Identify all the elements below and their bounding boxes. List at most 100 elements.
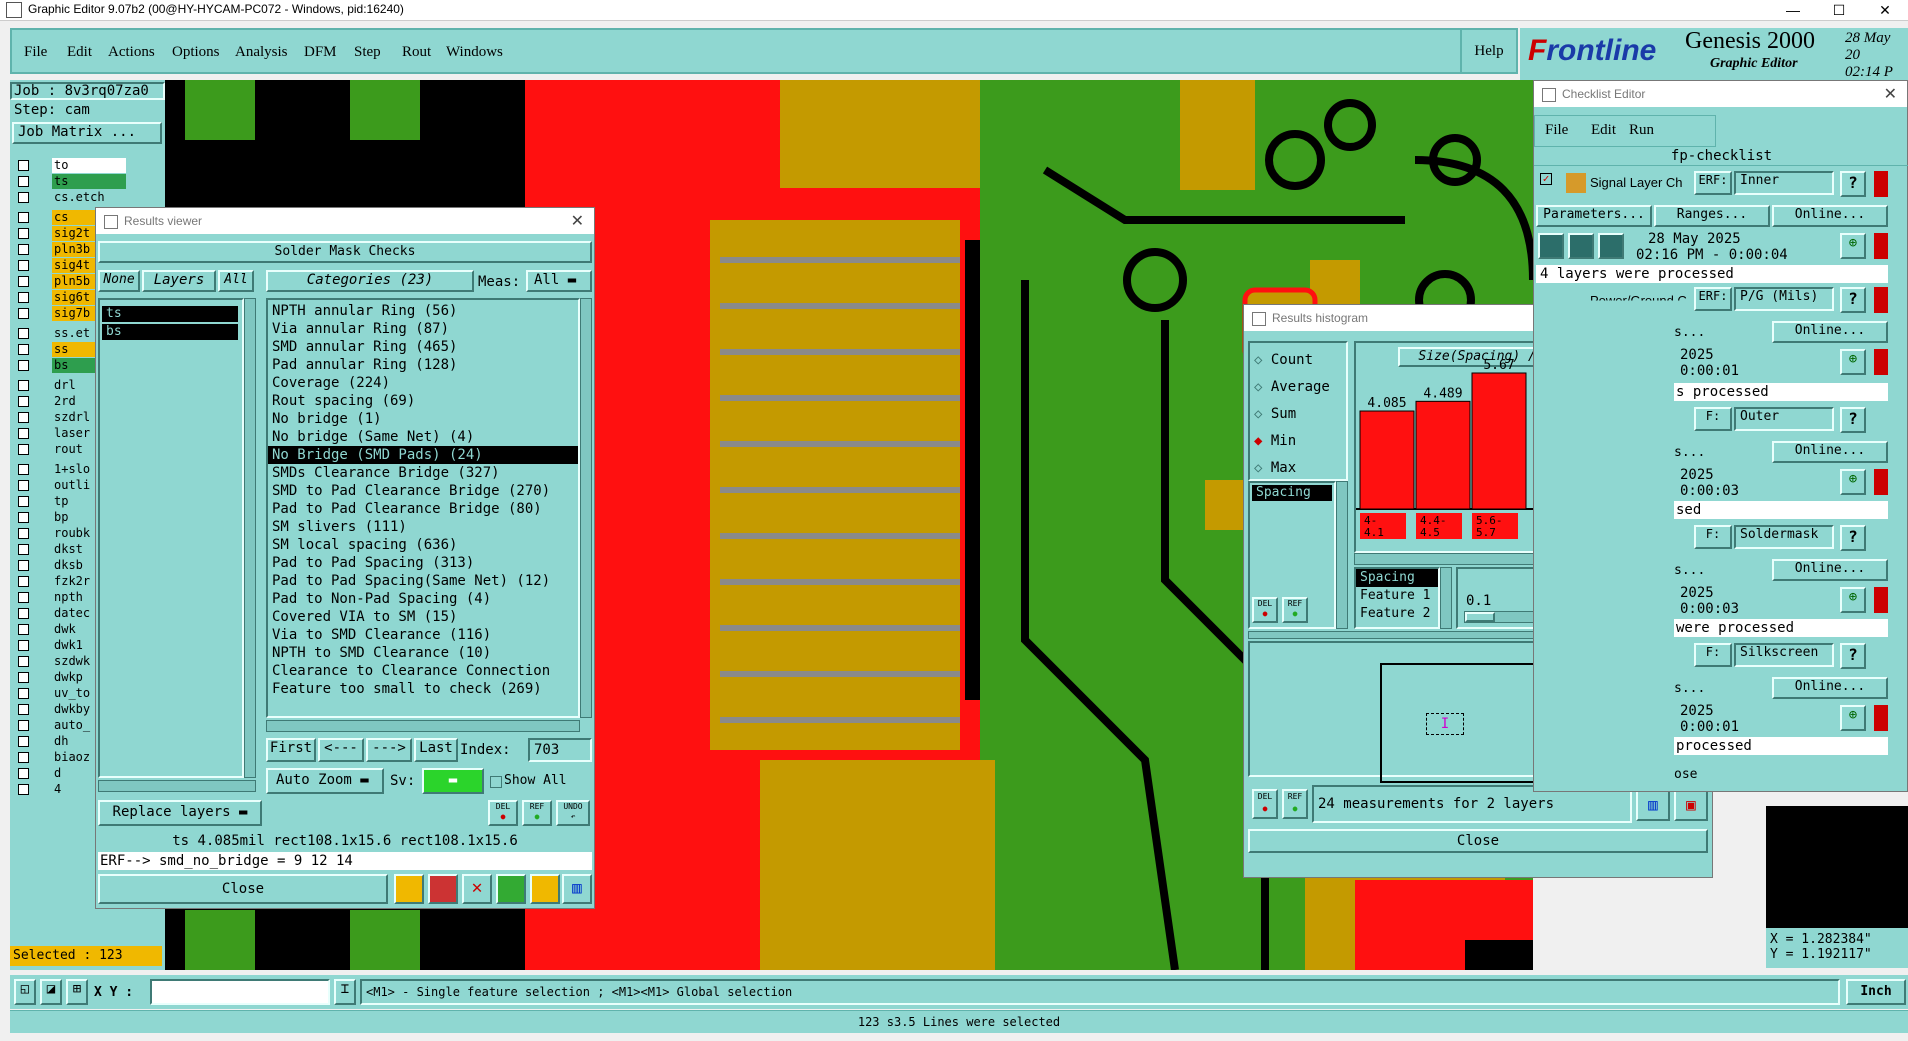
del-button[interactable]: DEL ●	[488, 800, 518, 826]
row2-erf-value[interactable]: P/G (Mils)	[1734, 287, 1834, 311]
next-button[interactable]: --->	[366, 738, 412, 762]
row2-online-button[interactable]: Online...	[1772, 321, 1888, 343]
category-row[interactable]: Rout spacing (69)	[268, 392, 578, 410]
menu-file[interactable]: File	[24, 44, 47, 61]
close-icon[interactable]: ✕	[1884, 84, 1897, 104]
layer-checkbox[interactable]	[18, 576, 29, 587]
select-tool-icon[interactable]: ◱	[14, 979, 36, 1005]
layer-checkbox[interactable]	[18, 720, 29, 731]
meas-dropdown[interactable]: All ▬	[526, 270, 592, 292]
cross-icon[interactable]: ✕	[462, 874, 492, 904]
layer-checkbox[interactable]	[18, 496, 29, 507]
field-scrollbar[interactable]	[1440, 567, 1452, 629]
layer-checkbox[interactable]	[18, 160, 29, 171]
category-row[interactable]: Covered VIA to SM (15)	[268, 608, 578, 626]
layer-checkbox[interactable]	[18, 380, 29, 391]
layer-checkbox[interactable]	[18, 704, 29, 715]
row4-help-icon[interactable]: ?	[1840, 525, 1866, 551]
layers-button[interactable]: Layers	[142, 270, 216, 292]
row1-check[interactable]: ✓	[1540, 173, 1552, 185]
layer-checkbox[interactable]	[18, 428, 29, 439]
xy-input[interactable]	[150, 979, 330, 1005]
category-row[interactable]: Pad to Non-Pad Spacing (4)	[268, 590, 578, 608]
row4-erf-value[interactable]: Soldermask	[1734, 525, 1834, 549]
layer-row[interactable]: bs	[102, 324, 238, 340]
menu-edit[interactable]: Edit	[67, 44, 92, 61]
field-row[interactable]: Feature 2	[1356, 605, 1438, 623]
layer-checkbox[interactable]	[18, 308, 29, 319]
layer-checkbox[interactable]	[18, 344, 29, 355]
prev-button[interactable]: <---	[318, 738, 364, 762]
measure-scrollbar[interactable]	[1336, 481, 1348, 629]
row5-help-icon[interactable]: ?	[1840, 643, 1866, 669]
layer-checkbox[interactable]	[18, 544, 29, 555]
layer-checkbox[interactable]	[18, 412, 29, 423]
layers-scrollbar[interactable]	[244, 298, 256, 778]
layer-checkbox[interactable]	[18, 784, 29, 795]
none-button[interactable]: None	[98, 270, 140, 292]
category-row[interactable]: No bridge (Same Net) (4)	[268, 428, 578, 446]
category-row[interactable]: SMD annular Ring (465)	[268, 338, 578, 356]
categories-scrollbar[interactable]	[580, 298, 592, 718]
layer-checkbox[interactable]	[18, 444, 29, 455]
bottom-del-button[interactable]: DEL ●	[1252, 789, 1278, 819]
help-button[interactable]: Help	[1460, 30, 1516, 72]
field-listbox[interactable]: Spacing Feature 1 Feature 2	[1354, 567, 1440, 629]
undo-button[interactable]: UNDO ↶	[556, 800, 590, 826]
category-row[interactable]: SM slivers (111)	[268, 518, 578, 536]
export-icon[interactable]	[496, 874, 526, 904]
layer-checkbox[interactable]	[18, 328, 29, 339]
layer-checkbox[interactable]	[18, 624, 29, 635]
close-button[interactable]: Close	[98, 874, 388, 904]
layer-checkbox[interactable]	[18, 528, 29, 539]
field-row[interactable]: Spacing	[1356, 569, 1438, 587]
last-button[interactable]: Last	[414, 738, 458, 762]
layers-hscrollbar[interactable]	[98, 780, 256, 792]
index-input[interactable]: 703	[528, 738, 592, 762]
layer-checkbox[interactable]	[18, 640, 29, 651]
row5-zoom-icon[interactable]: ⊕	[1840, 705, 1866, 731]
histogram-ref-button[interactable]: REF ●	[1282, 597, 1308, 623]
menu-windows[interactable]: Windows	[446, 44, 503, 61]
menu-actions[interactable]: Actions	[108, 44, 155, 61]
layer-checkbox[interactable]	[18, 608, 29, 619]
stop-run-icon[interactable]	[1598, 233, 1624, 259]
job-matrix-button[interactable]: Job Matrix ...	[12, 122, 162, 144]
layer-row[interactable]: ts	[14, 174, 164, 189]
layer-checkbox[interactable]	[18, 688, 29, 699]
layer-row[interactable]: cs.etch	[14, 190, 164, 205]
measure-tool-icon[interactable]: ◪	[40, 979, 62, 1005]
menu-rout[interactable]: Rout	[402, 44, 431, 61]
layer-checkbox[interactable]	[18, 464, 29, 475]
checklist-close-fragment[interactable]: ose	[1674, 767, 1697, 782]
layer-name[interactable]: to	[52, 158, 126, 173]
category-row[interactable]: Coverage (224)	[268, 374, 578, 392]
layer-checkbox[interactable]	[18, 752, 29, 763]
layer-name[interactable]: ts	[52, 174, 126, 189]
layer-name[interactable]: cs.etch	[52, 190, 126, 205]
menu-step[interactable]: Step	[354, 44, 381, 61]
row2-zoom-icon[interactable]: ⊕	[1840, 349, 1866, 375]
row4-online-button[interactable]: Online...	[1772, 559, 1888, 581]
replace-layers-dropdown[interactable]: Replace layers ▬	[98, 800, 262, 826]
run-step-icon[interactable]	[1568, 233, 1594, 259]
first-button[interactable]: First	[266, 738, 316, 762]
category-row[interactable]: NPTH annular Ring (56)	[268, 302, 578, 320]
category-row[interactable]: Pad to Pad Spacing (313)	[268, 554, 578, 572]
layer-checkbox[interactable]	[18, 244, 29, 255]
layer-checkbox[interactable]	[18, 192, 29, 203]
ref-button[interactable]: REF ●	[522, 800, 552, 826]
maximize-icon[interactable]: ☐	[1816, 0, 1862, 20]
sv-dropdown[interactable]: ▬	[422, 768, 484, 794]
list-icon[interactable]	[530, 874, 560, 904]
resolution-slider-thumb[interactable]	[1465, 612, 1495, 622]
histogram-close-button[interactable]: Close	[1248, 829, 1708, 853]
layer-checkbox[interactable]	[18, 212, 29, 223]
layer-checkbox[interactable]	[18, 228, 29, 239]
category-row[interactable]: Via annular Ring (87)	[268, 320, 578, 338]
row3-online-button[interactable]: Online...	[1772, 441, 1888, 463]
parameters-button[interactable]: Parameters...	[1536, 205, 1652, 227]
category-row[interactable]: Pad to Pad Spacing(Same Net) (12)	[268, 572, 578, 590]
histogram-bar[interactable]	[1471, 372, 1527, 510]
checklist-menu-edit[interactable]: Edit	[1591, 122, 1616, 139]
